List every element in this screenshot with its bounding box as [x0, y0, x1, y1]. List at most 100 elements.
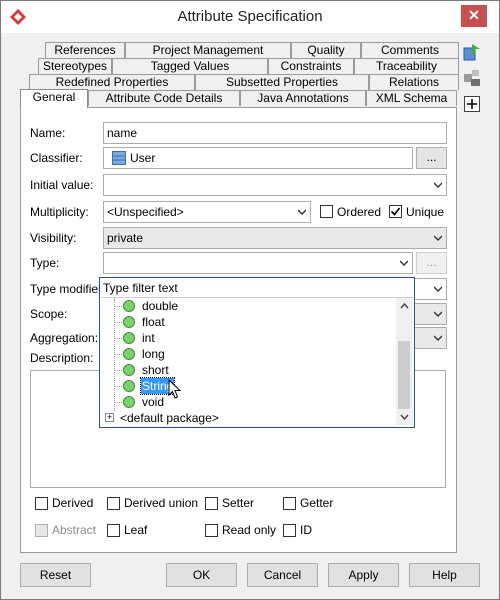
datatype-icon: [123, 380, 135, 392]
type-combo[interactable]: [103, 252, 413, 274]
ok-button[interactable]: OK: [166, 563, 237, 587]
description-label: Description:: [30, 351, 94, 365]
scrollbar-thumb[interactable]: [398, 341, 410, 409]
apply-button[interactable]: Apply: [328, 563, 399, 587]
tab-java-annotations[interactable]: Java Annotations: [240, 90, 366, 106]
ordered-checkbox[interactable]: [320, 205, 333, 218]
aggregation-label: Aggregation:: [30, 331, 99, 345]
derived-label: Derived: [52, 496, 94, 510]
classifier-field[interactable]: User: [103, 147, 413, 169]
tree-branch: [114, 306, 122, 307]
title-bar: Attribute Specification ✕: [1, 1, 499, 33]
ordered-label: Ordered: [337, 205, 382, 219]
derived-union-checkbox[interactable]: [107, 497, 120, 510]
derived-checkbox[interactable]: [35, 497, 48, 510]
dropdown-item-default-package[interactable]: <default package>: [120, 410, 219, 426]
checkmark-icon: [390, 207, 401, 216]
type-label: Type:: [30, 256, 60, 270]
read-only-label: Read only: [222, 523, 277, 537]
abstract-label: Abstract: [52, 523, 97, 537]
type-browse-button[interactable]: ...: [416, 252, 447, 274]
classifier-value: User: [130, 151, 156, 165]
getter-checkbox[interactable]: [283, 497, 296, 510]
layout-icon[interactable]: [463, 69, 481, 87]
tab-tagged-values[interactable]: Tagged Values: [112, 58, 268, 74]
chevron-down-icon: [298, 209, 306, 215]
id-label: ID: [300, 523, 312, 537]
name-label: Name:: [30, 126, 66, 140]
datatype-icon: [123, 316, 135, 328]
datatype-icon: [123, 364, 135, 376]
datatype-icon: [123, 300, 135, 312]
tab-traceability[interactable]: Traceability: [354, 58, 459, 74]
chevron-down-icon: [434, 335, 442, 341]
add-tab-icon[interactable]: [463, 95, 481, 113]
chevron-down-icon: [434, 235, 442, 241]
chevron-down-icon[interactable]: [400, 414, 409, 421]
chevron-down-icon: [400, 260, 408, 266]
chevron-up-icon[interactable]: [400, 302, 409, 309]
unique-checkbox[interactable]: [389, 205, 402, 218]
dropdown-item-float[interactable]: float: [142, 314, 165, 330]
tree-branch: [114, 402, 122, 403]
setter-checkbox[interactable]: [205, 497, 218, 510]
class-icon: [112, 151, 126, 165]
multiplicity-label: Multiplicity:: [30, 205, 89, 219]
tab-quality[interactable]: Quality: [291, 42, 361, 58]
tree-guide-line: [114, 299, 115, 411]
tab-redefined-properties[interactable]: Redefined Properties: [29, 74, 195, 90]
export-icon[interactable]: [463, 43, 481, 61]
dropdown-item-long[interactable]: long: [142, 346, 165, 362]
setter-label: Setter: [222, 496, 255, 510]
close-button[interactable]: ✕: [461, 5, 487, 27]
dialog-window: Attribute Specification ✕ References Pro…: [0, 0, 500, 600]
tab-relations[interactable]: Relations: [369, 74, 459, 90]
reset-button[interactable]: Reset: [20, 563, 91, 587]
tree-branch: [114, 322, 122, 323]
type-modifier-label: Type modifier:: [30, 282, 106, 296]
mouse-cursor-icon: [168, 379, 181, 399]
datatype-icon: [123, 348, 135, 360]
expand-icon[interactable]: +: [105, 413, 114, 422]
getter-label: Getter: [300, 496, 334, 510]
dropdown-item-double[interactable]: double: [142, 298, 178, 314]
multiplicity-value: <Unspecified>: [107, 205, 184, 219]
initial-value-combo[interactable]: [103, 174, 447, 196]
cancel-button[interactable]: Cancel: [247, 563, 318, 587]
classifier-label: Classifier:: [30, 151, 83, 165]
name-field[interactable]: name: [103, 122, 447, 144]
tab-stereotypes[interactable]: Stereotypes: [38, 58, 112, 74]
tab-xml-schema[interactable]: XML Schema: [366, 90, 457, 106]
dropdown-item-void[interactable]: void: [142, 394, 164, 410]
tab-subsetted-properties[interactable]: Subsetted Properties: [195, 74, 369, 90]
multiplicity-combo[interactable]: <Unspecified>: [103, 201, 311, 223]
read-only-checkbox[interactable]: [205, 524, 218, 537]
tab-general[interactable]: General: [20, 89, 88, 108]
tab-references[interactable]: References: [45, 42, 125, 58]
dropdown-scrollbar[interactable]: [396, 298, 413, 425]
leaf-checkbox[interactable]: [107, 524, 120, 537]
tab-comments[interactable]: Comments: [361, 42, 459, 58]
tab-project-management[interactable]: Project Management: [125, 42, 291, 58]
tab-constraints[interactable]: Constraints: [268, 58, 354, 74]
type-filter-input[interactable]: Type filter text: [101, 279, 413, 298]
datatype-icon: [123, 396, 135, 408]
dropdown-item-short[interactable]: short: [142, 362, 169, 378]
tree-branch: [114, 386, 122, 387]
unique-label: Unique: [406, 205, 445, 219]
dropdown-item-int[interactable]: int: [142, 330, 155, 346]
visibility-label: Visibility:: [30, 231, 77, 245]
tree-branch: [114, 338, 122, 339]
chevron-down-icon: [434, 182, 442, 188]
tab-attribute-code-details[interactable]: Attribute Code Details: [88, 90, 240, 106]
initial-value-label: Initial value:: [30, 178, 94, 192]
datatype-icon: [123, 332, 135, 344]
window-title: Attribute Specification: [177, 8, 323, 25]
id-checkbox[interactable]: [283, 524, 296, 537]
visibility-value: private: [107, 231, 144, 245]
chevron-down-icon: [434, 311, 442, 317]
scope-label: Scope:: [30, 307, 68, 321]
classifier-browse-button[interactable]: ...: [416, 147, 447, 169]
help-button[interactable]: Help: [409, 563, 480, 587]
visibility-combo[interactable]: private: [103, 227, 447, 249]
